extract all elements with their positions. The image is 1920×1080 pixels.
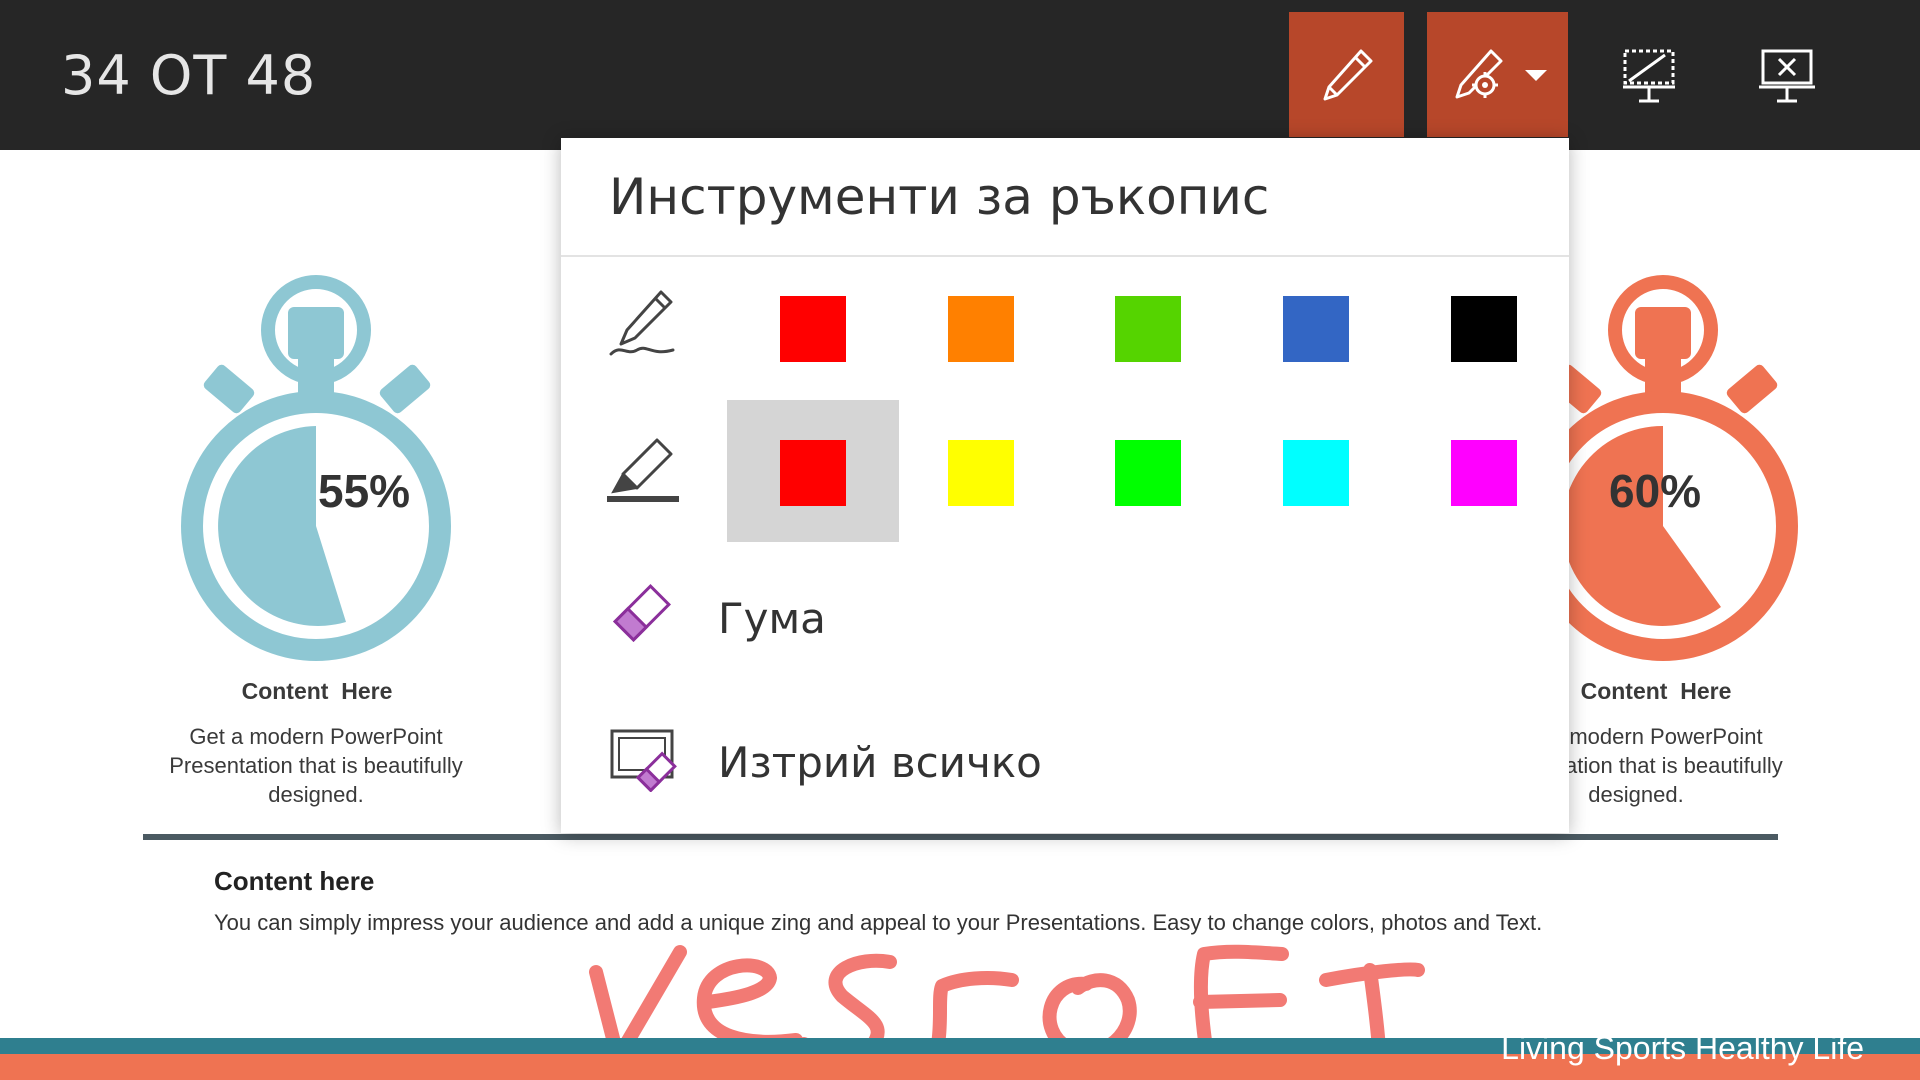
clear-all-item[interactable]: Изтрий всичко	[718, 738, 1042, 787]
pen-color-green[interactable]	[1115, 296, 1181, 362]
left-content-title: Content Here	[241, 678, 393, 704]
divider	[143, 834, 1778, 840]
footer-text: Living Sports Healthy Life	[1501, 1030, 1864, 1066]
separator	[561, 255, 1569, 257]
highlighter-color-green[interactable]	[1115, 440, 1181, 506]
pen-button[interactable]	[1289, 12, 1404, 137]
pen-color-red[interactable]	[780, 296, 846, 362]
left-content-text: Get a modern PowerPoint Presentation tha…	[169, 724, 463, 807]
screen-button[interactable]	[1591, 12, 1706, 137]
highlighter-tool-icon[interactable]	[607, 434, 681, 506]
highlighter-color-magenta[interactable]	[1451, 440, 1517, 506]
right-percent: 60%	[1609, 465, 1702, 517]
pen-settings-icon	[1455, 49, 1502, 98]
erase-all-icon	[610, 729, 677, 792]
highlighter-color-yellow[interactable]	[948, 440, 1014, 506]
ink-tools-menu: Инструменти за ръкопис Гума Изтрий всичк…	[561, 138, 1569, 833]
bottom-content-text: You can simply impress your audience and…	[214, 910, 1543, 935]
slide-counter: 34 ОТ 48	[61, 44, 317, 107]
pen-icon	[1323, 49, 1372, 100]
pen-color-orange[interactable]	[948, 296, 1014, 362]
eraser-item[interactable]: Гума	[718, 594, 826, 643]
ink-tools-button[interactable]	[1427, 12, 1568, 137]
eraser-icon	[613, 584, 671, 642]
ink-tools-title: Инструменти за ръкопис	[609, 168, 1270, 226]
highlighter-color-red[interactable]	[780, 440, 846, 506]
highlighter-color-cyan[interactable]	[1283, 440, 1349, 506]
left-percent: 55%	[318, 465, 411, 517]
top-toolbar: 34 ОТ 48	[0, 0, 1920, 150]
screen-icon	[1622, 49, 1675, 102]
chevron-down-icon	[1524, 69, 1547, 81]
end-show-button[interactable]	[1729, 12, 1844, 137]
end-show-icon	[1758, 49, 1815, 102]
bottom-content-title: Content here	[214, 866, 375, 896]
pen-color-black[interactable]	[1451, 296, 1517, 362]
pen-tool-icon[interactable]	[607, 288, 679, 360]
pen-color-blue[interactable]	[1283, 296, 1349, 362]
stopwatch-icon	[181, 275, 451, 661]
